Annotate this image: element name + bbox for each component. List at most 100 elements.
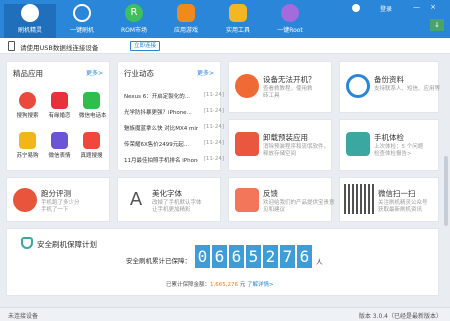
news-title: 传荣耀6X售价2499元起... [124, 142, 190, 148]
feature-desc: 支持联系人、短信、应用等 [374, 86, 441, 92]
sogou-search-icon [19, 92, 36, 109]
featured-apps-panel: 精品应用 更多> 搜狗搜索 有缘婚恋 微信电话本 苏宁易购 微信表情 真题搜搜 [6, 61, 110, 171]
benchmark-card[interactable]: 跑分评测 手机跑了多少分 手机了一下 [6, 177, 110, 222]
more-apps-link[interactable]: 更多> [86, 68, 103, 77]
backup-icon [346, 74, 370, 98]
news-date: [11-24] [203, 140, 224, 146]
feature-desc: 改掉了手机默认字体 让手机更加精彩 [152, 200, 202, 213]
phone-check-icon [346, 132, 370, 156]
nav-label: 应用游戏 [173, 27, 198, 34]
app-item[interactable]: 苏宁易购 [15, 132, 40, 159]
user-avatar-icon[interactable] [352, 4, 360, 12]
nav-label: 实用工具 [225, 27, 250, 34]
login-link[interactable]: 登录 [380, 4, 392, 13]
news-item[interactable]: 魅族魔蓝拿么快 对比MX4 mini... [11-24] [124, 124, 224, 132]
nav-label: 刷机精灵 [17, 27, 42, 34]
app-item[interactable]: 微信表情 [47, 132, 72, 159]
nav-item-one-click-root[interactable]: 一键Root [264, 4, 316, 38]
saved-amount-line: 已累计保障金额：1,665,276 元 了解详情> [166, 282, 274, 288]
news-date: [11-24] [203, 124, 224, 130]
nav-label: 一键Root [277, 27, 303, 34]
nav-item-rom-market[interactable]: R ROM市场 [108, 4, 160, 38]
app-label: 搜狗搜索 [16, 113, 39, 119]
app-item[interactable]: 有缘婚恋 [47, 92, 72, 119]
panel-title: 行业动态 [124, 69, 154, 78]
nav-item-apps-games[interactable]: 应用游戏 [160, 4, 212, 38]
feature-desc: 上次体检：5 个问题 检查体检报告> [374, 144, 424, 157]
shield-check-icon [21, 237, 33, 249]
panel-title: 精品应用 [13, 69, 43, 78]
news-title: Nexus 6：开启定製化的... [124, 94, 191, 100]
app-item[interactable]: 搜狗搜索 [15, 92, 40, 119]
connection-status: 未连接设备 [8, 313, 39, 320]
news-item[interactable]: Nexus 6：开启定製化的... [11-24] [124, 92, 224, 100]
learn-more-link[interactable]: 了解详情> [247, 282, 274, 288]
feature-title: 微信扫一扫 [378, 189, 416, 198]
industry-news-panel: 行业动态 更多> Nexus 6：开启定製化的... [11-24] 光学防抖暴… [117, 61, 224, 171]
news-title: 光学防抖暴更强？iPhone... [124, 110, 192, 116]
top-bar: 刷机精灵 一键刷机 R ROM市场 应用游戏 实用工具 一键Root 登录 — … [0, 0, 450, 38]
news-date: [11-24] [203, 108, 224, 114]
wechat-phonebook-icon [83, 92, 100, 109]
feature-title: 卸载预装应用 [263, 133, 308, 142]
feature-desc: 手机跑了多少分 手机了一下 [41, 200, 80, 213]
font-icon: A [129, 189, 143, 210]
news-item[interactable]: 传荣耀6X售价2499元起... [11-24] [124, 140, 224, 148]
feature-title: 备份资料 [374, 75, 404, 84]
counter-digit: 6 [229, 245, 244, 268]
download-manager-button[interactable]: ↓ [430, 19, 444, 31]
feature-desc: 查看救教程，使用救 砖工具 [263, 86, 313, 99]
feature-desc: 消除预装程序和流氓软件， 释放存储空间 [263, 144, 330, 157]
counter-digit: 6 [297, 245, 312, 268]
nav-item-tools[interactable]: 实用工具 [212, 4, 264, 38]
trash-icon [235, 132, 259, 156]
nav-item-one-click-flash[interactable]: 一键刷机 [56, 4, 108, 38]
minimize-button[interactable]: — [413, 3, 420, 11]
app-label: 微信表情 [48, 153, 71, 159]
app-label: 微信电话本 [79, 113, 107, 119]
zhenti-icon [83, 132, 100, 149]
phone-checkup-card[interactable]: 手机体检 上次体检：5 个问题 检查体检报告> [339, 119, 439, 171]
close-button[interactable]: × [430, 3, 436, 11]
apps-games-icon [177, 4, 195, 22]
counter-digit: 6 [212, 245, 227, 268]
feature-title: 手机体检 [374, 133, 404, 142]
app-label: 真题搜搜 [80, 153, 103, 159]
counter-unit: 人 [316, 258, 323, 266]
cannot-boot-card[interactable]: 设备无法开机？ 查看救教程，使用救 砖工具 [228, 61, 332, 113]
news-item[interactable]: 光学防抖暴更强？iPhone... [11-24] [124, 108, 224, 116]
news-date: [11-24] [203, 156, 224, 162]
feature-title: 反馈 [263, 189, 278, 198]
font-beautify-card[interactable]: A 美化字体 改掉了手机默认字体 让手机更加精彩 [117, 177, 221, 222]
news-title: 魅族魔蓝拿么快 对比MX4 mini... [124, 126, 198, 132]
counter-digit: 5 [246, 245, 261, 268]
connect-now-button[interactable]: 立即连接 [130, 41, 161, 51]
nav-label: ROM市场 [120, 27, 148, 34]
youyuan-icon [51, 92, 68, 109]
app-item[interactable]: 微信电话本 [79, 92, 107, 119]
benchmark-icon [13, 188, 37, 212]
uninstall-preinstalled-card[interactable]: 卸载预装应用 消除预装程序和流氓软件， 释放存储空间 [228, 119, 332, 171]
backup-card[interactable]: 备份资料 支持联系人、短信、应用等 [339, 61, 441, 113]
root-icon [281, 4, 299, 22]
guarantee-count-label: 安全刷机累计已保障： [126, 257, 191, 265]
wechat-scan-card[interactable]: 微信扫一扫 关注刷机精灵公众号 获取最新刷机资讯 [339, 177, 439, 222]
plan-title: 安全刷机保障计划 [37, 240, 97, 249]
counter-digit: 0 [195, 245, 210, 268]
more-news-link[interactable]: 更多> [197, 68, 214, 77]
nav-item-shuaji-jingling[interactable]: 刷机精灵 [4, 4, 56, 38]
scrollbar[interactable] [444, 156, 448, 226]
tools-icon [229, 4, 247, 22]
version-info: 版本 3.0.4（已经是最新版本） [358, 313, 442, 320]
shield-logo-icon [21, 4, 39, 22]
nav-label: 一键刷机 [69, 27, 94, 34]
device-prompt-text: 请使用USB数据线连接设备 [20, 44, 99, 52]
qr-code-icon [344, 184, 374, 214]
app-item[interactable]: 真题搜搜 [79, 132, 104, 159]
feedback-card[interactable]: 反馈 欢迎给我们的产品提供宝贵意 见和建议 [228, 177, 335, 222]
feature-title: 美化字体 [152, 189, 182, 198]
news-item[interactable]: 11月最佳拍照手机排名 iPhone... [11-24] [124, 156, 224, 164]
news-date: [11-24] [203, 92, 224, 98]
counter-digit: 7 [280, 245, 295, 268]
feedback-icon [235, 188, 259, 212]
